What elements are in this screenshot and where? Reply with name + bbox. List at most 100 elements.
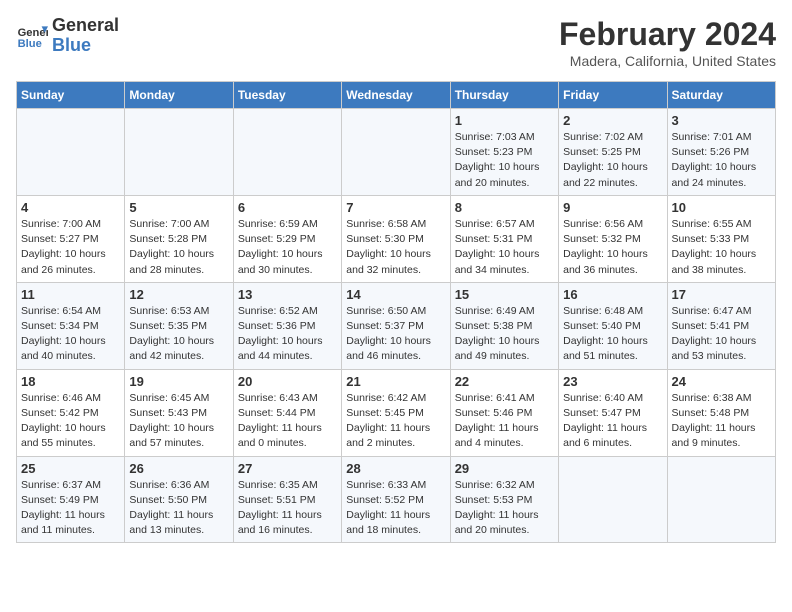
day-number: 14 [346,287,445,302]
day-number: 22 [455,374,554,389]
calendar-cell: 27 Sunrise: 6:35 AM Sunset: 5:51 PM Dayli… [233,456,341,543]
day-info: Sunrise: 6:58 AM Sunset: 5:30 PM Dayligh… [346,217,445,278]
day-number: 7 [346,200,445,215]
day-number: 26 [129,461,228,476]
day-info: Sunrise: 6:32 AM Sunset: 5:53 PM Dayligh… [455,478,554,539]
calendar-cell: 29 Sunrise: 6:32 AM Sunset: 5:53 PM Dayli… [450,456,558,543]
day-header-monday: Monday [125,82,233,109]
calendar-cell: 6 Sunrise: 6:59 AM Sunset: 5:29 PM Daylig… [233,195,341,282]
calendar-cell: 17 Sunrise: 6:47 AM Sunset: 5:41 PM Dayli… [667,282,775,369]
day-info: Sunrise: 7:03 AM Sunset: 5:23 PM Dayligh… [455,130,554,191]
calendar-cell: 13 Sunrise: 6:52 AM Sunset: 5:36 PM Dayli… [233,282,341,369]
day-info: Sunrise: 6:47 AM Sunset: 5:41 PM Dayligh… [672,304,771,365]
logo: General Blue General Blue [16,16,119,56]
calendar-week-row: 25 Sunrise: 6:37 AM Sunset: 5:49 PM Dayli… [17,456,776,543]
calendar-cell: 1 Sunrise: 7:03 AM Sunset: 5:23 PM Daylig… [450,109,558,196]
day-number: 3 [672,113,771,128]
calendar-cell [559,456,667,543]
calendar-cell: 21Sunrise: 6:42 AM Sunset: 5:45 PM Dayli… [342,369,450,456]
day-number: 17 [672,287,771,302]
calendar-cell: 15 Sunrise: 6:49 AM Sunset: 5:38 PM Dayli… [450,282,558,369]
day-number: 20 [238,374,337,389]
calendar-cell: 26 Sunrise: 6:36 AM Sunset: 5:50 PM Dayli… [125,456,233,543]
day-number: 5 [129,200,228,215]
day-header-saturday: Saturday [667,82,775,109]
day-number: 1 [455,113,554,128]
calendar-cell: 20Sunrise: 6:43 AM Sunset: 5:44 PM Dayli… [233,369,341,456]
calendar-cell: 25 Sunrise: 6:37 AM Sunset: 5:49 PM Dayli… [17,456,125,543]
day-number: 29 [455,461,554,476]
day-number: 18 [21,374,120,389]
day-info: Sunrise: 6:41 AM Sunset: 5:46 PM Dayligh… [455,391,554,452]
calendar-week-row: 1 Sunrise: 7:03 AM Sunset: 5:23 PM Daylig… [17,109,776,196]
day-info: Sunrise: 6:54 AM Sunset: 5:34 PM Dayligh… [21,304,120,365]
calendar-cell: 24Sunrise: 6:38 AM Sunset: 5:48 PM Dayli… [667,369,775,456]
calendar-cell: 14 Sunrise: 6:50 AM Sunset: 5:37 PM Dayli… [342,282,450,369]
day-info: Sunrise: 6:50 AM Sunset: 5:37 PM Dayligh… [346,304,445,365]
day-number: 11 [21,287,120,302]
calendar-cell: 7 Sunrise: 6:58 AM Sunset: 5:30 PM Daylig… [342,195,450,282]
day-header-friday: Friday [559,82,667,109]
day-number: 24 [672,374,771,389]
calendar-cell: 5 Sunrise: 7:00 AM Sunset: 5:28 PM Daylig… [125,195,233,282]
day-info: Sunrise: 7:02 AM Sunset: 5:25 PM Dayligh… [563,130,662,191]
day-info: Sunrise: 6:35 AM Sunset: 5:51 PM Dayligh… [238,478,337,539]
calendar-cell [233,109,341,196]
day-info: Sunrise: 6:33 AM Sunset: 5:52 PM Dayligh… [346,478,445,539]
title-area: February 2024 Madera, California, United… [559,16,776,69]
calendar-week-row: 4Sunrise: 7:00 AM Sunset: 5:27 PM Daylig… [17,195,776,282]
calendar-cell: 12 Sunrise: 6:53 AM Sunset: 5:35 PM Dayli… [125,282,233,369]
calendar-cell: 4Sunrise: 7:00 AM Sunset: 5:27 PM Daylig… [17,195,125,282]
day-info: Sunrise: 6:49 AM Sunset: 5:38 PM Dayligh… [455,304,554,365]
day-info: Sunrise: 6:45 AM Sunset: 5:43 PM Dayligh… [129,391,228,452]
day-number: 13 [238,287,337,302]
day-info: Sunrise: 7:01 AM Sunset: 5:26 PM Dayligh… [672,130,771,191]
calendar-cell: 9Sunrise: 6:56 AM Sunset: 5:32 PM Daylig… [559,195,667,282]
calendar-cell: 18 Sunrise: 6:46 AM Sunset: 5:42 PM Dayli… [17,369,125,456]
day-number: 15 [455,287,554,302]
calendar-cell: 3 Sunrise: 7:01 AM Sunset: 5:26 PM Daylig… [667,109,775,196]
day-info: Sunrise: 6:42 AM Sunset: 5:45 PM Dayligh… [346,391,445,452]
logo-icon: General Blue [16,20,48,52]
day-info: Sunrise: 7:00 AM Sunset: 5:27 PM Dayligh… [21,217,120,278]
calendar-cell: 2 Sunrise: 7:02 AM Sunset: 5:25 PM Daylig… [559,109,667,196]
day-number: 27 [238,461,337,476]
day-number: 6 [238,200,337,215]
calendar-cell: 23 Sunrise: 6:40 AM Sunset: 5:47 PM Dayli… [559,369,667,456]
day-number: 8 [455,200,554,215]
calendar-header-row: SundayMondayTuesdayWednesdayThursdayFrid… [17,82,776,109]
calendar-week-row: 18 Sunrise: 6:46 AM Sunset: 5:42 PM Dayli… [17,369,776,456]
logo-wordmark: General Blue [52,16,119,56]
calendar-cell [125,109,233,196]
day-number: 28 [346,461,445,476]
calendar-body: 1 Sunrise: 7:03 AM Sunset: 5:23 PM Daylig… [17,109,776,543]
day-info: Sunrise: 6:53 AM Sunset: 5:35 PM Dayligh… [129,304,228,365]
day-number: 25 [21,461,120,476]
day-header-wednesday: Wednesday [342,82,450,109]
day-info: Sunrise: 6:56 AM Sunset: 5:32 PM Dayligh… [563,217,662,278]
day-info: Sunrise: 6:57 AM Sunset: 5:31 PM Dayligh… [455,217,554,278]
svg-text:Blue: Blue [18,38,42,50]
calendar-cell: 10Sunrise: 6:55 AM Sunset: 5:33 PM Dayli… [667,195,775,282]
calendar-cell: 16Sunrise: 6:48 AM Sunset: 5:40 PM Dayli… [559,282,667,369]
day-info: Sunrise: 6:40 AM Sunset: 5:47 PM Dayligh… [563,391,662,452]
page-header: General Blue General Blue February 2024 … [16,16,776,69]
calendar-cell: 19 Sunrise: 6:45 AM Sunset: 5:43 PM Dayli… [125,369,233,456]
calendar-cell [342,109,450,196]
day-info: Sunrise: 6:59 AM Sunset: 5:29 PM Dayligh… [238,217,337,278]
calendar-cell [17,109,125,196]
day-info: Sunrise: 6:48 AM Sunset: 5:40 PM Dayligh… [563,304,662,365]
calendar-cell: 8 Sunrise: 6:57 AM Sunset: 5:31 PM Daylig… [450,195,558,282]
day-number: 12 [129,287,228,302]
day-number: 19 [129,374,228,389]
calendar-cell [667,456,775,543]
day-info: Sunrise: 6:36 AM Sunset: 5:50 PM Dayligh… [129,478,228,539]
day-info: Sunrise: 6:46 AM Sunset: 5:42 PM Dayligh… [21,391,120,452]
page-title: February 2024 [559,16,776,53]
day-info: Sunrise: 6:37 AM Sunset: 5:49 PM Dayligh… [21,478,120,539]
day-number: 2 [563,113,662,128]
calendar-table: SundayMondayTuesdayWednesdayThursdayFrid… [16,81,776,543]
day-info: Sunrise: 7:00 AM Sunset: 5:28 PM Dayligh… [129,217,228,278]
day-info: Sunrise: 6:52 AM Sunset: 5:36 PM Dayligh… [238,304,337,365]
day-number: 23 [563,374,662,389]
